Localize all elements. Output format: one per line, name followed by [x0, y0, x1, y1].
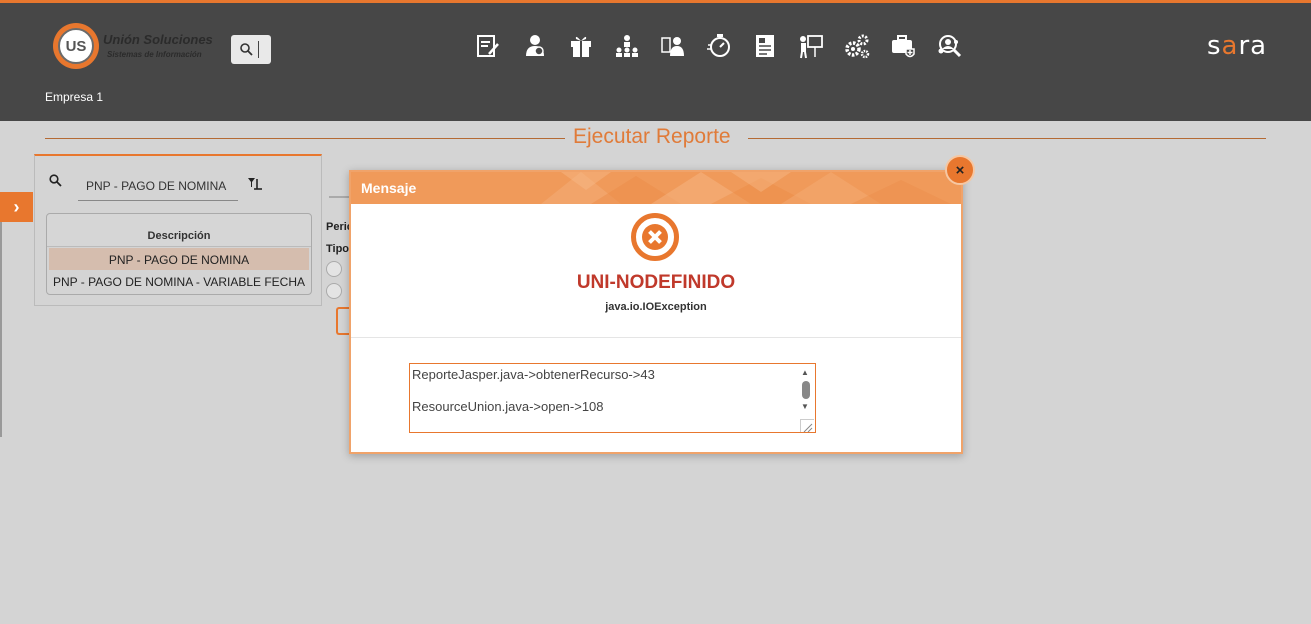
dialog-header: Mensaje	[351, 172, 961, 204]
timer-icon[interactable]	[706, 32, 732, 60]
report-search-input[interactable]: PNP - PAGO DE NOMINA	[78, 174, 238, 201]
medical-briefcase-icon[interactable]	[890, 32, 916, 60]
tipo-radio-2[interactable]	[326, 283, 342, 299]
column-header-descripcion[interactable]: Descripción	[47, 214, 311, 247]
error-x-icon	[631, 213, 679, 261]
header-pattern	[541, 172, 951, 204]
id-card-icon[interactable]	[752, 32, 778, 60]
document-edit-icon[interactable]	[475, 32, 501, 60]
clear-filter-icon[interactable]	[247, 177, 263, 191]
search-divider	[258, 41, 259, 58]
resize-grip-icon[interactable]	[800, 419, 814, 433]
error-detail-textarea[interactable]: ReporteJasper.java->obtenerRecurso->43 R…	[409, 363, 816, 433]
logo-mark: US	[58, 28, 94, 64]
global-search-button[interactable]	[231, 35, 271, 64]
close-dialog-button[interactable]: ×	[945, 155, 975, 185]
dialog-title: Mensaje	[361, 180, 417, 196]
report-table: Descripción PNP - PAGO DE NOMINA PNP - P…	[46, 213, 312, 295]
logo-subtitle: Sistemas de Información	[107, 50, 202, 59]
tipo-radio-1[interactable]	[326, 261, 342, 277]
sidebar-edge	[0, 222, 2, 437]
error-code: UNI-NODEFINIDO	[576, 272, 736, 293]
title-rule-right	[748, 138, 1266, 139]
app-header: US Unión Soluciones Sistemas de Informac…	[0, 0, 1311, 121]
scroll-down-icon[interactable]: ▼	[801, 402, 809, 411]
tipo-label: Tipo	[326, 243, 350, 255]
report-list-panel: PNP - PAGO DE NOMINA Descripción PNP - P…	[34, 154, 322, 306]
logo-title: Unión Soluciones	[103, 32, 213, 47]
dialog-divider	[351, 337, 961, 338]
company-name: Empresa 1	[45, 90, 104, 104]
user-money-icon[interactable]	[522, 32, 548, 60]
title-rule-left	[45, 138, 565, 139]
search-icon	[240, 43, 253, 56]
sara-brand-logo: sara	[1207, 31, 1268, 61]
stacktrace-line: ResourceUnion.java->open->108	[412, 399, 604, 414]
tab-indicator	[329, 196, 351, 198]
user-badge-icon[interactable]	[660, 32, 686, 60]
gears-icon[interactable]	[844, 32, 870, 60]
scrollbar-thumb[interactable]	[802, 381, 810, 399]
chevron-right-icon: ›	[13, 196, 20, 217]
table-row[interactable]: PNP - PAGO DE NOMINA	[49, 248, 309, 270]
page-title: Ejecutar Reporte	[565, 125, 739, 149]
stacktrace-line: ReporteJasper.java->obtenerRecurso->43	[412, 367, 655, 382]
logo-badge: US	[53, 23, 99, 69]
gift-icon[interactable]	[568, 32, 594, 60]
user-search-icon[interactable]	[936, 32, 962, 60]
sidebar-toggle-button[interactable]: ›	[0, 192, 33, 222]
presentation-icon[interactable]	[798, 32, 824, 60]
org-chart-icon[interactable]	[614, 32, 640, 60]
table-row[interactable]: PNP - PAGO DE NOMINA - VARIABLE FECHA	[49, 270, 309, 292]
scroll-up-icon[interactable]: ▲	[801, 368, 809, 377]
error-type: java.io.IOException	[605, 301, 707, 313]
error-message-dialog: Mensaje UNI-NODEFINIDO java.io.IOExcepti…	[349, 170, 963, 454]
close-icon: ×	[955, 161, 965, 179]
union-soluciones-logo[interactable]: US Unión Soluciones Sistemas de Informac…	[53, 23, 223, 71]
search-icon	[49, 174, 62, 187]
